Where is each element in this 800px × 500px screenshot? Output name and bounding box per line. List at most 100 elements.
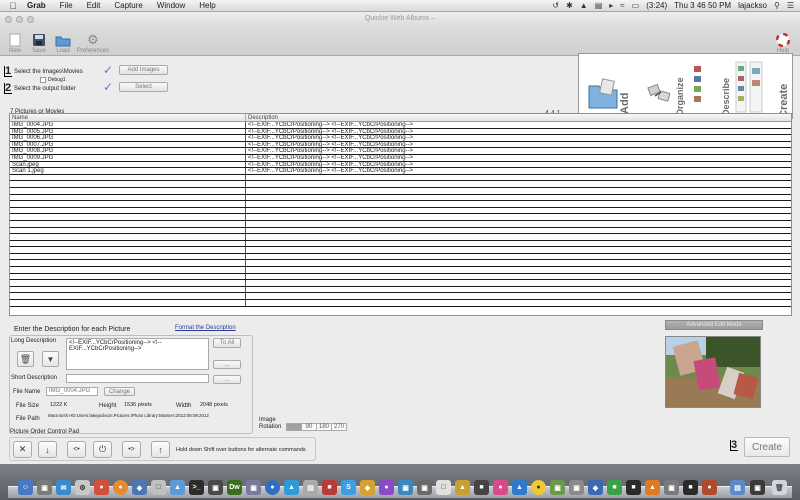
rotation-180[interactable]: 180 bbox=[316, 423, 332, 431]
download-button[interactable]: ▼ bbox=[42, 351, 59, 367]
empty-table-row[interactable] bbox=[10, 181, 791, 188]
pictures-table[interactable]: Name Description IMG_0004.JPG <!--EXIF...… bbox=[9, 113, 792, 316]
app-icon-20[interactable]: ● bbox=[379, 480, 394, 495]
battery-time[interactable]: (3:24) bbox=[646, 1, 667, 10]
app-icon-30[interactable]: ▣ bbox=[569, 480, 584, 495]
app-icon-33[interactable]: ■ bbox=[626, 480, 641, 495]
empty-table-row[interactable] bbox=[10, 240, 791, 248]
empty-table-row[interactable] bbox=[10, 286, 791, 294]
cyberduck-icon[interactable]: ● bbox=[531, 480, 546, 495]
load-button[interactable]: Load bbox=[52, 33, 74, 55]
change-file-name-button[interactable]: Change bbox=[104, 387, 135, 396]
help-button[interactable]: Help bbox=[772, 33, 794, 55]
advanced-edit-mode-button[interactable]: Advanced Edit Mode bbox=[665, 320, 763, 330]
skype-icon[interactable]: S bbox=[341, 480, 356, 495]
launchpad-icon[interactable]: ▣ bbox=[37, 480, 52, 495]
app-icon-24[interactable]: ▲ bbox=[455, 480, 470, 495]
rotation-segmented-control[interactable]: 0 90 180 270 bbox=[286, 423, 347, 431]
table-row[interactable]: IMG_0004.JPG <!--EXIF...YCbCrPositioning-… bbox=[10, 122, 791, 129]
table-row[interactable]: IMG_0006.JPG <!--EXIF...YCbCrPositioning-… bbox=[10, 135, 791, 142]
empty-table-row[interactable] bbox=[10, 201, 791, 208]
empty-table-row[interactable] bbox=[10, 280, 791, 287]
app-icon-23[interactable]: □ bbox=[436, 480, 451, 495]
app-icon-11[interactable]: ▣ bbox=[208, 480, 223, 495]
app-icon-36[interactable]: ■ bbox=[683, 480, 698, 495]
firefox-icon[interactable]: ● bbox=[113, 480, 128, 495]
terminal-icon[interactable]: >_ bbox=[189, 480, 204, 495]
short-description-field[interactable] bbox=[66, 374, 209, 383]
app-icon-37[interactable]: ● bbox=[702, 480, 717, 495]
vlc-icon[interactable]: ▲ bbox=[645, 480, 660, 495]
move-down-button[interactable]: ↓ bbox=[38, 441, 57, 458]
app-icon-22[interactable]: ▣ bbox=[417, 480, 432, 495]
app-icon-9[interactable]: ▲ bbox=[170, 480, 185, 495]
empty-table-row[interactable] bbox=[10, 214, 791, 221]
table-row[interactable]: Scan.jpeg <!--EXIF...YCbCrPositioning--> … bbox=[10, 161, 791, 169]
wifi-icon[interactable]: ≈ bbox=[620, 1, 624, 10]
finder-icon[interactable]: ☺ bbox=[18, 480, 33, 495]
file-name-field[interactable]: IMG_0004.JPG bbox=[46, 387, 98, 396]
new-button[interactable]: New bbox=[4, 33, 26, 55]
app-icon-17[interactable]: ■ bbox=[322, 480, 337, 495]
app-icon-35[interactable]: ▣ bbox=[664, 480, 679, 495]
preview-app-icon[interactable]: □ bbox=[151, 480, 166, 495]
volume-icon[interactable]: ▸ bbox=[609, 1, 613, 10]
apple-menu-icon[interactable]:  bbox=[6, 1, 20, 11]
column-header-description[interactable]: Description bbox=[246, 114, 278, 121]
app-icon-13[interactable]: ▣ bbox=[246, 480, 261, 495]
rotation-0[interactable]: 0 bbox=[286, 423, 302, 431]
select-folder-button[interactable]: Select bbox=[119, 82, 168, 92]
move-next-button[interactable]: •> bbox=[122, 441, 141, 458]
system-preferences-icon[interactable]: ⚙ bbox=[75, 480, 90, 495]
time-machine-icon[interactable]: ↺ bbox=[552, 1, 559, 10]
empty-table-row[interactable] bbox=[10, 260, 791, 268]
empty-table-row[interactable] bbox=[10, 220, 791, 228]
empty-table-row[interactable] bbox=[10, 267, 791, 274]
display-icon[interactable]: ▤ bbox=[595, 1, 603, 10]
app-icon-29[interactable]: ▣ bbox=[550, 480, 565, 495]
empty-table-row[interactable] bbox=[10, 293, 791, 301]
empty-table-row[interactable] bbox=[10, 253, 791, 261]
empty-table-row[interactable] bbox=[10, 194, 791, 202]
grab-app-icon[interactable]: ▣ bbox=[750, 480, 765, 495]
app-icon-5[interactable]: ● bbox=[94, 480, 109, 495]
bluetooth-icon[interactable]: ✱ bbox=[566, 1, 573, 10]
menu-app-name[interactable]: Grab bbox=[20, 1, 53, 10]
user-name[interactable]: lajackso bbox=[738, 1, 767, 10]
table-row[interactable]: Scan 1.jpeg <!--EXIF...YCbCrPositioning--… bbox=[10, 168, 791, 175]
menu-help[interactable]: Help bbox=[192, 1, 222, 10]
empty-table-row[interactable] bbox=[10, 207, 791, 215]
format-description-link[interactable]: Format the Description bbox=[175, 325, 236, 331]
table-row[interactable]: IMG_0005.JPG <!--EXIF...YCbCrPositioning-… bbox=[10, 128, 791, 136]
save-button[interactable]: Save bbox=[28, 33, 50, 55]
notification-center-icon[interactable]: ☰ bbox=[787, 1, 794, 10]
move-previous-button[interactable]: <• bbox=[67, 441, 86, 458]
sync-icon[interactable]: ▲ bbox=[580, 1, 588, 10]
app-icon-7[interactable]: ◆ bbox=[132, 480, 147, 495]
empty-table-row[interactable] bbox=[10, 247, 791, 254]
rotation-90[interactable]: 90 bbox=[301, 423, 317, 431]
empty-table-row[interactable] bbox=[10, 300, 791, 307]
long-description-field[interactable]: <!--EXIF...YCbCrPositioning--> <!--EXIF.… bbox=[66, 338, 209, 370]
app-icon-19[interactable]: ◆ bbox=[360, 480, 375, 495]
to-all-button[interactable]: To All bbox=[213, 338, 241, 348]
table-row[interactable]: IMG_0007.JPG <!--EXIF...YCbCrPositioning-… bbox=[10, 141, 791, 149]
trash-button[interactable]: 🗑 bbox=[17, 351, 34, 367]
menu-file[interactable]: File bbox=[53, 1, 80, 10]
empty-table-row[interactable] bbox=[10, 227, 791, 235]
column-header-name[interactable]: Name bbox=[10, 114, 246, 121]
app-icon-25[interactable]: ■ bbox=[474, 480, 489, 495]
table-row[interactable]: IMG_0008.JPG <!--EXIF...YCbCrPositioning-… bbox=[10, 148, 791, 155]
rotate-button[interactable]: ⏻ bbox=[93, 441, 112, 458]
mail-icon[interactable]: ✉ bbox=[56, 480, 71, 495]
app-icon-31[interactable]: ◆ bbox=[588, 480, 603, 495]
app-icon-14[interactable]: ● bbox=[265, 480, 280, 495]
documents-stack-icon[interactable]: ▤ bbox=[730, 480, 745, 495]
app-icon-26[interactable]: ● bbox=[493, 480, 508, 495]
app-icon-15[interactable]: ▲ bbox=[284, 480, 299, 495]
dreamweaver-icon[interactable]: Dw bbox=[227, 480, 242, 495]
app-icon-27[interactable]: ▲ bbox=[512, 480, 527, 495]
empty-table-row[interactable] bbox=[10, 273, 791, 281]
trash-icon[interactable]: 🗑 bbox=[772, 480, 787, 495]
empty-table-row[interactable] bbox=[10, 234, 791, 241]
